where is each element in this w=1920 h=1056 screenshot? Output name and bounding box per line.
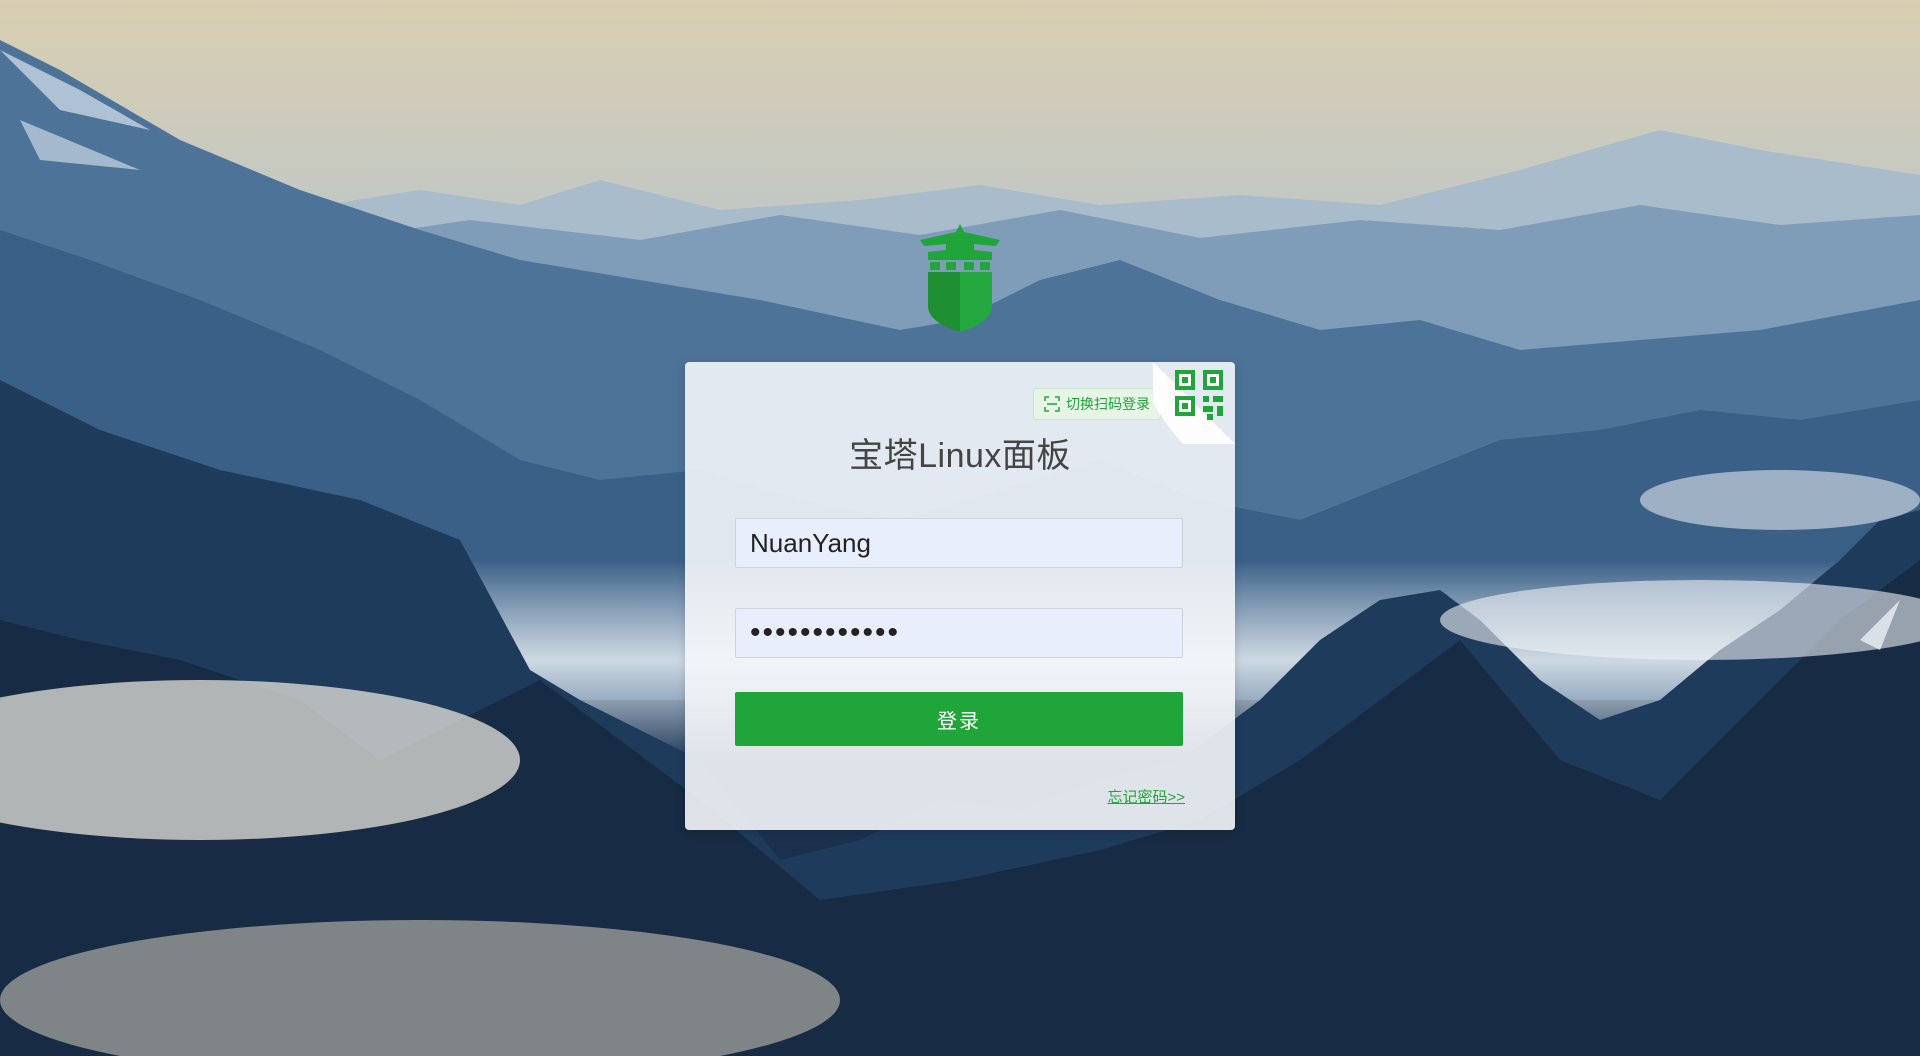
switch-qr-login-button[interactable]: 切换扫码登录 — [1033, 388, 1167, 420]
username-input[interactable]: NuanYang — [735, 518, 1183, 568]
login-button[interactable]: 登录 — [735, 692, 1183, 746]
scan-icon — [1044, 396, 1060, 412]
baota-shield-logo-icon — [920, 224, 1000, 332]
page-title: 宝塔Linux面板 — [849, 437, 1071, 475]
forgot-password-link[interactable]: 忘记密码>> — [1107, 786, 1185, 807]
qr-switch-label: 切换扫码登录 — [1066, 396, 1150, 412]
login-card: 切换扫码登录 宝塔Linux面板 NuanYang •••••••••••• 登… — [685, 362, 1235, 830]
password-input[interactable]: •••••••••••• — [735, 608, 1183, 658]
